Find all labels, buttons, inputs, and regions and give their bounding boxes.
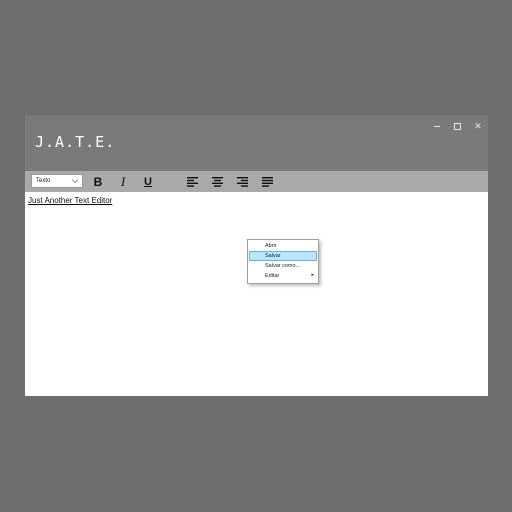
- submenu-arrow-icon: ▸: [311, 272, 314, 278]
- align-center-icon: [211, 176, 223, 187]
- menu-item-label: Salvar: [265, 253, 281, 259]
- editor-area[interactable]: Just Another Text Editor: [25, 192, 488, 396]
- menu-item-label: Editar: [265, 273, 280, 279]
- menu-item-salvar[interactable]: Salvar: [249, 251, 317, 261]
- italic-button[interactable]: I: [115, 174, 131, 189]
- minimize-button[interactable]: [428, 119, 446, 133]
- align-justify-button[interactable]: [259, 174, 275, 189]
- bold-button[interactable]: B: [90, 174, 106, 189]
- close-button[interactable]: ✕: [469, 119, 487, 133]
- bold-icon: B: [93, 174, 103, 189]
- menu-item-salvar-como[interactable]: Salvar como...: [249, 261, 317, 271]
- style-select[interactable]: Texto: [31, 174, 83, 188]
- style-select-value: Texto: [36, 178, 51, 184]
- app-window: J.A.T.E. ✕ Texto B I U Just Another Text…: [25, 115, 488, 396]
- app-title: J.A.T.E.: [35, 133, 116, 151]
- editor-text[interactable]: Just Another Text Editor: [28, 196, 112, 205]
- underline-icon: U: [144, 175, 152, 188]
- italic-icon: I: [120, 173, 126, 189]
- maximize-button[interactable]: [448, 119, 466, 133]
- align-left-icon: [186, 176, 198, 187]
- align-justify-icon: [261, 176, 273, 187]
- menu-item-abrir[interactable]: Abrir: [249, 241, 317, 251]
- align-left-button[interactable]: [184, 174, 200, 189]
- menu-item-editar[interactable]: Editar ▸: [249, 271, 317, 281]
- menu-item-label: Salvar como...: [265, 263, 301, 269]
- chevron-down-icon: [71, 179, 79, 184]
- toolbar: Texto B I U: [25, 171, 488, 192]
- align-right-button[interactable]: [234, 174, 250, 189]
- maximize-icon: [453, 122, 461, 130]
- align-right-icon: [236, 176, 248, 187]
- context-menu: Abrir Salvar Salvar como... Editar ▸: [247, 239, 319, 284]
- underline-button[interactable]: U: [140, 174, 156, 189]
- menu-item-label: Abrir: [265, 243, 277, 249]
- minimize-icon: [434, 125, 440, 127]
- align-center-button[interactable]: [209, 174, 225, 189]
- title-bar: J.A.T.E. ✕: [25, 115, 488, 171]
- close-icon: ✕: [474, 120, 482, 131]
